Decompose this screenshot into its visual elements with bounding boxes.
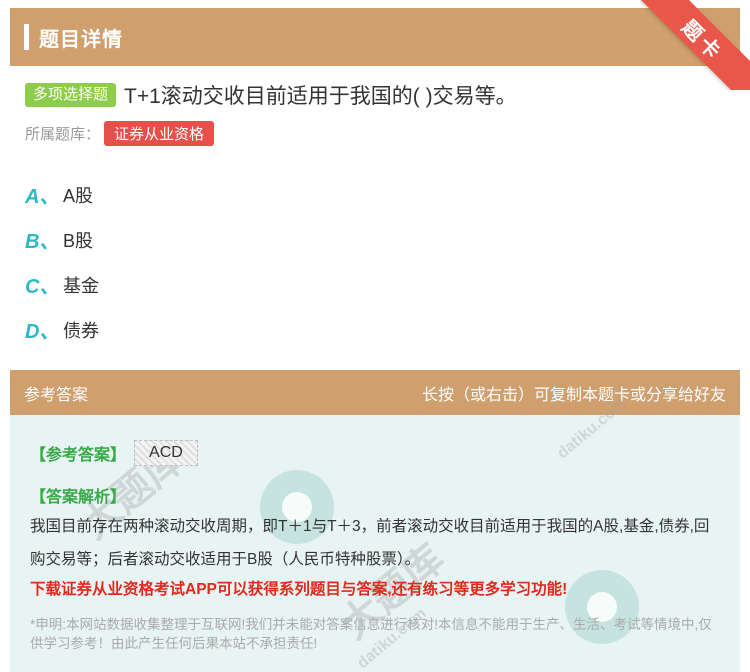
option-c[interactable]: C、 基金 [25,262,99,307]
page-title: 题目详情 [39,28,123,51]
explanation-label: 【答案解析】 [30,489,127,506]
option-letter: B、 [25,231,60,253]
option-text: 债券 [63,320,99,341]
header-accent-bar [24,24,29,50]
question-type-badge: 多项选择题 [25,83,117,107]
option-list: A、 A股 B、 B股 C、 基金 D、 债券 [25,172,99,352]
page-header: 题目详情 [10,8,740,66]
bank-label: 所属题库： [25,126,101,143]
app-download-link[interactable]: 下载证券从业资格考试APP可以获得系列题目与答案,还有练习等更多学习功能! [30,577,567,599]
option-a[interactable]: A、 A股 [25,172,99,217]
option-b[interactable]: B、 B股 [25,217,99,262]
question-bank-row: 所属题库： 证券从业资格 [25,121,215,146]
option-letter: A、 [25,186,60,208]
answer-header: 参考答案 长按（或右击）可复制本题卡或分享给好友 [10,370,740,415]
option-letter: D、 [25,321,60,343]
option-text: 基金 [63,275,99,296]
bank-tag[interactable]: 证券从业资格 [104,121,215,146]
ribbon-label: 题卡 [640,0,750,90]
disclaimer-text: *申明:本网站数据收集整理于互联网!我们并未能对答案信息进行核对!本信息不能用于… [30,617,712,651]
option-d[interactable]: D、 债券 [25,307,99,352]
card-ribbon[interactable]: 题卡 [640,0,750,90]
answer-row: 【参考答案】 ACD [30,440,198,466]
answer-section-title: 参考答案 [24,386,89,404]
answer-value: ACD [134,440,198,466]
question-row: 多项选择题 T+1滚动交收目前适用于我国的( )交易等。 [25,80,517,110]
answer-label: 【参考答案】 [30,447,127,464]
option-letter: C、 [25,276,60,298]
copy-share-hint: 长按（或右击）可复制本题卡或分享给好友 [421,386,726,404]
question-text: T+1滚动交收目前适用于我国的( )交易等。 [124,85,517,108]
option-text: A股 [63,185,94,206]
option-text: B股 [63,230,94,251]
answer-section: 参考答案 长按（或右击）可复制本题卡或分享给好友 大题库 大题库 datiku.… [10,370,740,672]
explanation-text: 我国目前存在两种滚动交收周期，即T＋1与T＋3，前者滚动交收目前适用于我国的A股… [30,518,710,568]
